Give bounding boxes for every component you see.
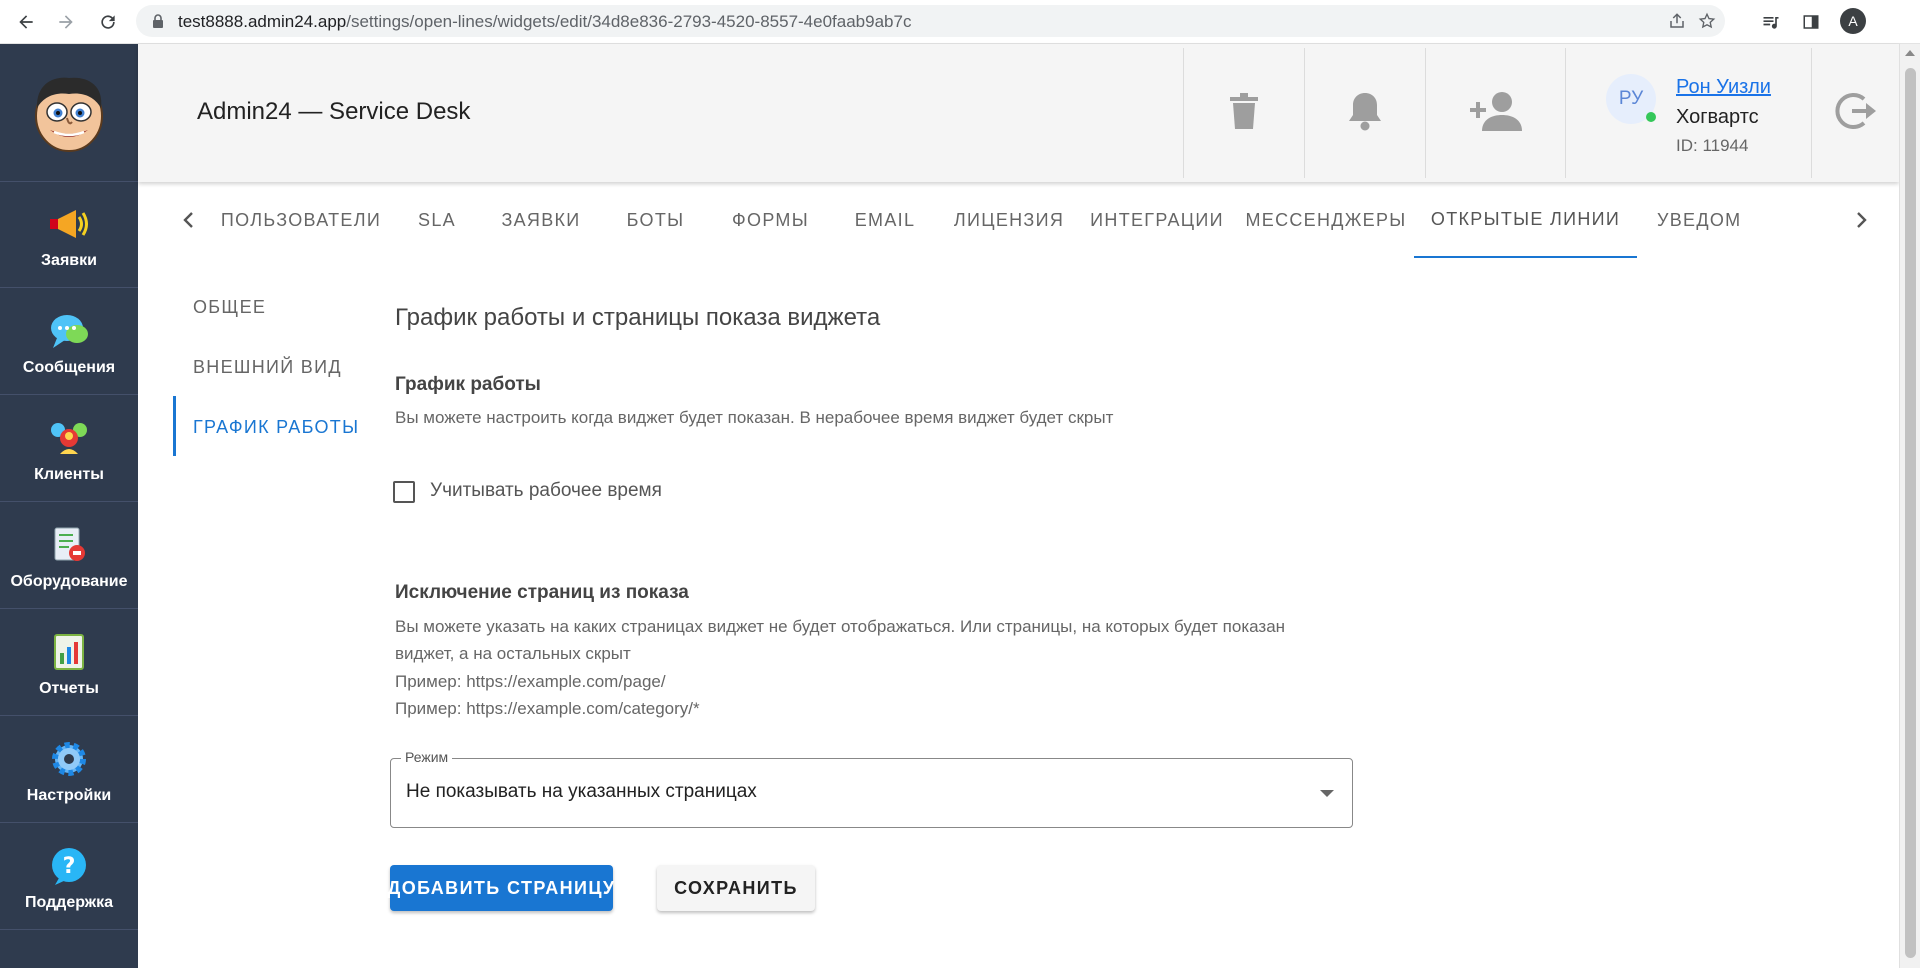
online-status-indicator — [1646, 112, 1656, 122]
scrollbar-thumb[interactable] — [1905, 68, 1916, 958]
sidebar-item-messages[interactable]: Сообщения — [0, 289, 138, 395]
tab-open-lines[interactable]: ОТКРЫТЫЕ ЛИНИИ — [1414, 182, 1637, 258]
tab-forms[interactable]: ФОРМЫ — [713, 182, 828, 258]
page-scrollbar[interactable] — [1899, 44, 1920, 968]
tab-sla[interactable]: SLA — [390, 182, 484, 258]
example-line-1: Пример: https://example.com/page/ — [395, 672, 666, 691]
example-line-2: Пример: https://example.com/category/* — [395, 699, 700, 718]
sidebar-item-label: Отчеты — [39, 680, 99, 697]
tab-email[interactable]: EMAIL — [828, 182, 942, 258]
browser-profile-avatar[interactable]: A — [1840, 8, 1866, 34]
sidebar-item-label: Оборудование — [10, 573, 128, 590]
add-user-button[interactable] — [1425, 48, 1565, 178]
clients-icon — [47, 418, 91, 458]
share-icon[interactable] — [1666, 10, 1688, 32]
mode-select-value: Не показывать на указанных страницах — [406, 781, 757, 802]
settings-tabs: ПОЛЬЗОВАТЕЛИ SLA ЗАЯВКИ БОТЫ ФОРМЫ EMAIL… — [138, 182, 1899, 258]
trash-icon — [1230, 92, 1258, 134]
tab-license[interactable]: ЛИЦЕНЗИЯ — [942, 182, 1076, 258]
sidebar-item-label: Заявки — [41, 252, 97, 269]
equipment-icon — [47, 525, 91, 565]
sidebar-item-label: Клиенты — [34, 466, 104, 483]
mode-select[interactable]: Режим Не показывать на указанных страниц… — [390, 749, 1353, 828]
help-icon: ? — [47, 846, 91, 886]
tabs-scroll-left-icon[interactable] — [176, 208, 200, 232]
mode-select-label: Режим — [401, 749, 453, 765]
sidebar-item-equipment[interactable]: Оборудование — [0, 503, 138, 609]
notifications-button[interactable] — [1304, 48, 1425, 178]
subnav-general[interactable]: ОБЩЕЕ — [193, 297, 266, 318]
save-button[interactable]: СОХРАНИТЬ — [657, 865, 815, 911]
add-user-icon — [1468, 91, 1524, 136]
schedule-heading: График работы — [395, 374, 541, 395]
exclusion-heading: Исключение страниц из показа — [395, 582, 689, 603]
back-arrow-icon[interactable] — [12, 8, 40, 36]
forward-arrow-icon[interactable] — [52, 8, 80, 36]
main-sidebar: Заявки Сообщения Клиенты Оборудование От… — [0, 44, 138, 968]
chat-bubbles-icon — [47, 311, 91, 351]
url-text: test8888.admin24.app/settings/open-lines… — [178, 12, 912, 31]
tab-users[interactable]: ПОЛЬЗОВАТЕЛИ — [212, 182, 390, 258]
logout-button[interactable] — [1811, 48, 1899, 178]
user-profile: РУ Рон Уизли Хогвартс ID: 11944 — [1565, 48, 1811, 178]
add-page-button[interactable]: ДОБАВИТЬ СТРАНИЦУ — [388, 865, 614, 911]
trash-button[interactable] — [1183, 48, 1304, 178]
working-hours-checkbox[interactable] — [393, 481, 415, 503]
address-bar[interactable]: test8888.admin24.app/settings/open-lines… — [136, 5, 1725, 37]
reports-icon — [47, 632, 91, 672]
sidebar-item-label: Сообщения — [22, 359, 116, 376]
user-id: ID: 11944 — [1676, 136, 1749, 155]
sidebar-item-settings[interactable]: Настройки — [0, 717, 138, 823]
svg-text:?: ? — [63, 854, 76, 879]
sidebar-item-support[interactable]: ? Поддержка — [0, 824, 138, 930]
user-organization: Хогвартс — [1676, 106, 1759, 128]
exclusion-description-line2: виджет, а на остальных скрыт — [395, 644, 631, 663]
subnav-active-indicator — [173, 396, 176, 456]
page-title: График работы и страницы показа виджета — [395, 304, 881, 331]
working-hours-checkbox-label[interactable]: Учитывать рабочее время — [430, 480, 662, 502]
subnav-schedule[interactable]: ГРАФИК РАБОТЫ — [193, 417, 359, 438]
tabs-strip: ПОЛЬЗОВАТЕЛИ SLA ЗАЯВКИ БОТЫ ФОРМЫ EMAIL… — [212, 182, 1862, 258]
app-title: Admin24 — Service Desk — [197, 98, 471, 125]
tab-tickets[interactable]: ЗАЯВКИ — [484, 182, 598, 258]
app-logo[interactable] — [0, 44, 138, 182]
tabs-scroll-right-icon[interactable] — [1850, 208, 1874, 232]
sidebar-item-reports[interactable]: Отчеты — [0, 610, 138, 716]
side-panel-icon[interactable] — [1797, 8, 1825, 36]
dropdown-arrow-icon[interactable] — [1320, 790, 1334, 797]
bell-icon — [1348, 91, 1382, 136]
browser-toolbar: test8888.admin24.app/settings/open-lines… — [0, 0, 1920, 44]
gear-icon — [47, 739, 91, 779]
tab-integrations[interactable]: ИНТЕГРАЦИИ — [1076, 182, 1238, 258]
bookmark-star-icon[interactable] — [1696, 10, 1718, 32]
scroll-up-arrow-icon[interactable] — [1905, 50, 1915, 56]
megaphone-icon — [47, 204, 91, 244]
tab-bots[interactable]: БОТЫ — [598, 182, 713, 258]
sidebar-item-clients[interactable]: Клиенты — [0, 396, 138, 502]
media-playlist-icon[interactable] — [1757, 8, 1785, 36]
tab-messengers[interactable]: МЕССЕНДЖЕРЫ — [1238, 182, 1414, 258]
user-name-link[interactable]: Рон Уизли — [1676, 76, 1771, 99]
exclusion-description-line1: Вы можете указать на каких страницах вид… — [395, 617, 1286, 636]
subnav-appearance[interactable]: ВНЕШНИЙ ВИД — [193, 357, 342, 378]
sidebar-item-label: Настройки — [26, 787, 112, 804]
sidebar-item-label: Поддержка — [24, 894, 114, 911]
sidebar-item-tickets[interactable]: Заявки — [0, 182, 138, 288]
tab-notifications[interactable]: УВЕДОМ — [1637, 182, 1862, 258]
lock-icon — [152, 14, 164, 33]
logout-icon — [1834, 91, 1878, 136]
schedule-description: Вы можете настроить когда виджет будет п… — [395, 408, 1114, 427]
app-header: Admin24 — Service Desk РУ Рон Уизли Хогв… — [138, 44, 1899, 182]
reload-icon[interactable] — [94, 8, 122, 36]
